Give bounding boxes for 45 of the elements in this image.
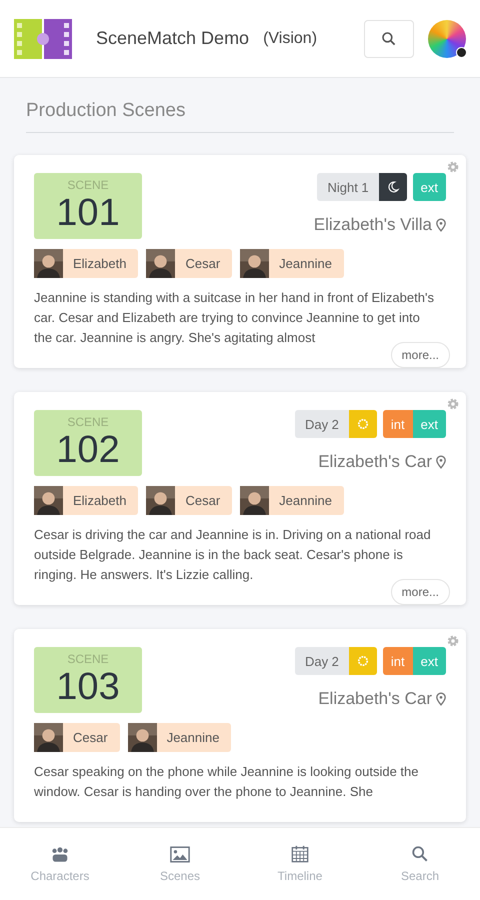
moon-icon — [378, 173, 407, 201]
more-button[interactable]: more... — [390, 579, 450, 605]
sun-icon — [348, 410, 377, 438]
setting-tag: ext — [412, 647, 446, 675]
scene-card[interactable] — [14, 392, 466, 605]
scene-number: 101 — [56, 192, 120, 234]
image-icon — [170, 846, 190, 862]
more-button[interactable]: more... — [390, 342, 450, 368]
time-tag: Night 1 — [317, 173, 379, 201]
time-tag: Day 2 — [294, 410, 349, 438]
status-dot — [456, 46, 467, 58]
scene-description: Cesar speaking on the phone while Jeannine is looking outside the window. Cesar is handing over the phone to Jeannine. She — [34, 763, 420, 801]
sun-icon — [348, 647, 377, 675]
scene-number: 103 — [56, 666, 120, 708]
scene-number: 102 — [56, 429, 120, 471]
location-text: Elizabeth's Car — [318, 689, 432, 709]
search-icon — [411, 845, 429, 863]
setting-tag: ext — [412, 173, 446, 201]
character-chip[interactable]: Cesar — [146, 486, 232, 515]
people-icon — [50, 846, 70, 862]
app-title: SceneMatch Demo — [96, 28, 250, 49]
character-chip[interactable]: Jeannine — [128, 723, 232, 752]
search-button[interactable] — [364, 20, 414, 58]
scene-card[interactable] — [14, 155, 466, 368]
character-chip[interactable]: Elizabeth — [34, 486, 138, 515]
user-avatar[interactable] — [428, 20, 466, 58]
setting-tag: ext — [412, 410, 446, 438]
character-chip[interactable]: Cesar — [146, 249, 232, 278]
time-tag: Day 2 — [294, 647, 349, 675]
character-chip[interactable]: Cesar — [34, 723, 120, 752]
location-text: Elizabeth's Car — [318, 452, 432, 472]
character-chip[interactable]: Elizabeth — [34, 249, 138, 278]
location-pin-icon — [436, 692, 446, 706]
setting-tag: int — [382, 410, 413, 438]
location-text: Elizabeth's Villa — [314, 215, 432, 235]
location-pin-icon — [436, 218, 446, 232]
character-chip[interactable]: Jeannine — [240, 486, 344, 515]
section-title: Production Scenes — [26, 100, 454, 133]
character-chip[interactable]: Jeannine — [240, 249, 344, 278]
search-icon — [381, 30, 397, 46]
setting-tag: int — [382, 647, 413, 675]
location-pin-icon — [436, 455, 446, 469]
film-logo-icon — [14, 18, 72, 58]
calendar-icon — [291, 845, 309, 863]
app-subtitle: (Vision) — [263, 30, 318, 48]
